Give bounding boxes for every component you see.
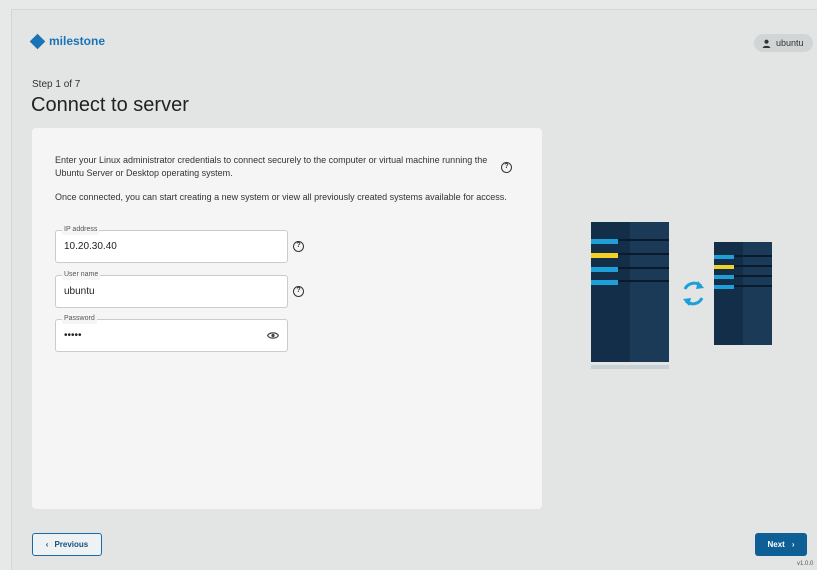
username-label: User name <box>62 270 101 280</box>
ip-address-label: IP address <box>62 225 100 235</box>
previous-button[interactable]: ‹ Previous <box>32 533 102 556</box>
intro-text-2: Once connected, you can start creating a… <box>55 192 507 202</box>
step-indicator: Step 1 of 7 <box>32 79 81 90</box>
password-input[interactable] <box>64 330 254 341</box>
ip-address-input[interactable] <box>64 241 254 252</box>
server-sync-illustration <box>591 222 772 369</box>
password-label: Password <box>62 314 97 324</box>
user-icon <box>762 39 771 48</box>
chevron-left-icon: ‹ <box>45 540 49 549</box>
intro-text: Enter your Linux administrator credentia… <box>55 155 488 178</box>
ip-help-icon[interactable]: ? <box>293 241 304 252</box>
next-button[interactable]: Next › <box>755 533 807 556</box>
username-field[interactable]: User name <box>55 270 288 308</box>
username-help-icon[interactable]: ? <box>293 286 304 297</box>
page-title: Connect to server <box>31 94 189 116</box>
chevron-right-icon: › <box>791 540 795 549</box>
next-label: Next <box>767 540 785 549</box>
password-field[interactable]: Password <box>55 314 288 352</box>
ip-address-field[interactable]: IP address <box>55 225 288 263</box>
milestone-logo: milestone <box>29 33 106 49</box>
brand-name: milestone <box>49 34 106 48</box>
user-menu[interactable]: ubuntu <box>754 34 813 52</box>
previous-label: Previous <box>54 540 89 549</box>
eye-icon[interactable] <box>267 331 279 340</box>
diamond-icon <box>29 33 46 49</box>
help-icon[interactable]: ? <box>501 162 512 173</box>
user-name: ubuntu <box>776 38 804 48</box>
version-label: v1.0.0 <box>797 561 814 567</box>
username-input[interactable] <box>64 286 254 297</box>
